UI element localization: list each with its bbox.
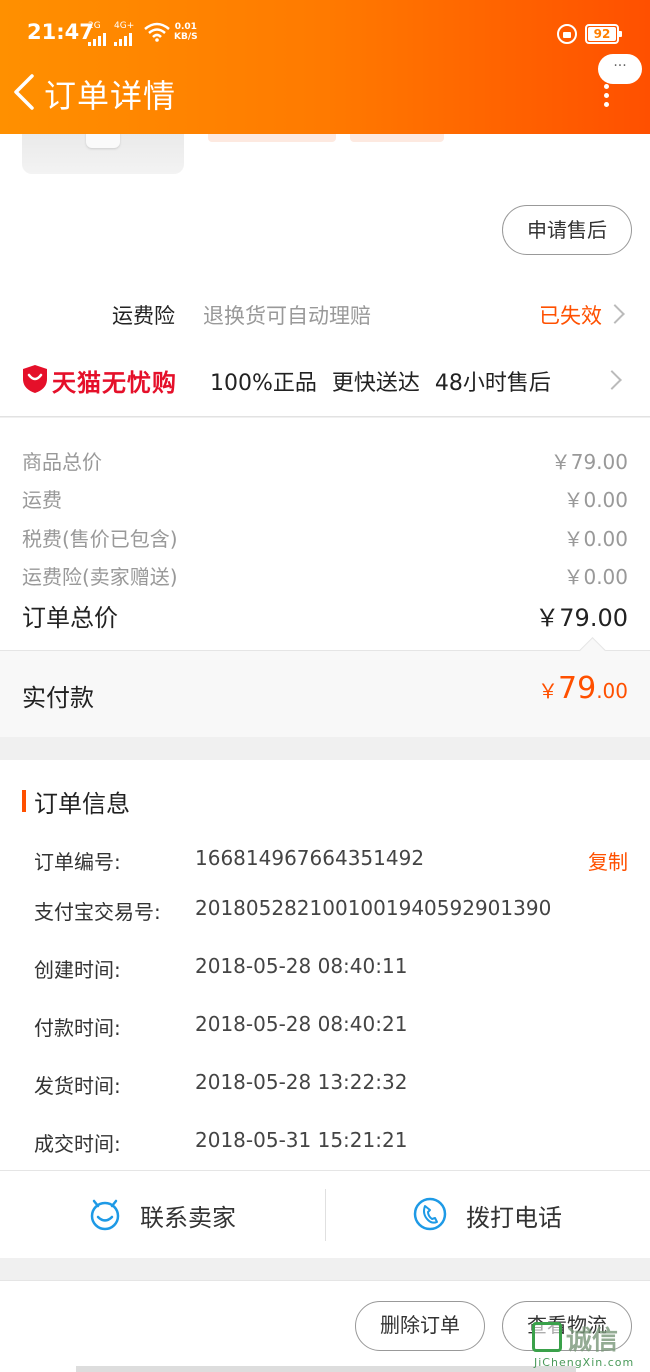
call-phone-button[interactable]: 拨打电话 — [326, 1171, 650, 1259]
net-speed: 0.01 KB/S — [174, 22, 198, 42]
order-total-value: ￥79.00 — [535, 604, 628, 632]
price-row: 税费(售价已包含) ￥0.00 — [22, 527, 628, 551]
price-row: 运费险(卖家赠送) ￥0.00 — [22, 565, 628, 589]
contact-seller-label: 联系卖家 — [140, 1204, 236, 1232]
call-phone-label: 拨打电话 — [466, 1204, 562, 1232]
actual-payment-label: 实付款 — [22, 684, 94, 712]
price-row: 运费 ￥0.00 — [22, 488, 628, 512]
chevron-right-icon — [602, 370, 622, 390]
watermark-logo: 诚信 JiChengXin.com — [530, 1320, 650, 1372]
more-menu-icon[interactable] — [600, 84, 612, 110]
tmall-guarantee-row[interactable]: 天猫无忧购 100%正品 更快送达 48小时售后 — [0, 344, 650, 417]
after-sale-button[interactable]: 申请售后 — [502, 205, 632, 255]
status-bar: 21:47 2G 4G+ 0.01 KB/S 92 — [0, 18, 650, 52]
contact-bar: 联系卖家 拨打电话 — [0, 1170, 650, 1258]
chevron-right-icon — [605, 304, 625, 324]
price-row: 商品总价 ￥79.00 — [22, 450, 628, 474]
signal-icon-2g: 2G — [88, 22, 106, 46]
wifi-icon — [144, 22, 170, 42]
phone-icon — [413, 1197, 447, 1231]
watermark-icon — [532, 1322, 562, 1352]
battery-icon: 92 — [585, 24, 622, 44]
tmall-guarantee-name: 天猫无忧购 — [52, 369, 177, 397]
price-summary: 商品总价 ￥79.00 运费 ￥0.00 税费(售价已包含) ￥0.00 运费险… — [0, 418, 650, 650]
tmall-shield-icon — [23, 365, 47, 393]
freight-insurance-name: 运费险 — [112, 304, 175, 328]
page-title: 订单详情 — [44, 77, 177, 115]
status-time: 21:47 — [27, 20, 94, 44]
info-row-payment-time: 付款时间: 2018-05-28 08:40:21 — [34, 1012, 408, 1040]
contact-seller-button[interactable]: 联系卖家 — [0, 1171, 325, 1259]
section-accent-bar — [22, 790, 26, 812]
back-chevron-icon[interactable] — [10, 72, 38, 112]
chat-smile-icon — [90, 1199, 120, 1231]
signal-icon-4g: 4G+ — [114, 22, 134, 46]
bottom-strip — [76, 1366, 576, 1372]
app-header: 21:47 2G 4G+ 0.01 KB/S 92 订单详情 ··· — [0, 0, 650, 134]
info-row-shipping-time: 发货时间: 2018-05-28 13:22:32 — [34, 1070, 408, 1098]
freight-insurance-status: 已失效 — [539, 304, 602, 328]
delete-order-button[interactable]: 删除订单 — [355, 1301, 485, 1351]
copy-button[interactable]: 复制 — [588, 846, 628, 875]
freight-insurance-description: 退换货可自动理赔 — [203, 304, 371, 328]
message-bubble[interactable]: ··· — [598, 54, 642, 84]
order-total-row: 订单总价 ￥79.00 — [22, 598, 628, 634]
product-card: 申请售后 — [0, 124, 650, 284]
info-row-alipay-number: 支付宝交易号: 2018052821001001940592901390 — [34, 896, 552, 924]
info-row-order-number: 订单编号: 166814967664351492 复制 — [34, 846, 628, 874]
order-info-title: 订单信息 — [34, 790, 130, 818]
freight-insurance-row[interactable]: 运费险 退换货可自动理赔 已失效 — [0, 284, 650, 344]
info-row-created-time: 创建时间: 2018-05-28 08:40:11 — [34, 954, 408, 982]
rotation-lock-icon — [557, 24, 577, 44]
actual-payment-row: 实付款 ￥79.00 — [0, 650, 650, 737]
actual-payment-amount: ￥79.00 — [538, 671, 628, 706]
order-info-section: 订单信息 订单编号: 166814967664351492 复制 支付宝交易号:… — [0, 760, 650, 1170]
info-row-completed-time: 成交时间: 2018-05-31 15:21:21 — [34, 1128, 408, 1156]
order-total-label: 订单总价 — [22, 604, 118, 632]
tmall-guarantee-features: 100%正品 更快送达 48小时售后 — [210, 371, 551, 396]
